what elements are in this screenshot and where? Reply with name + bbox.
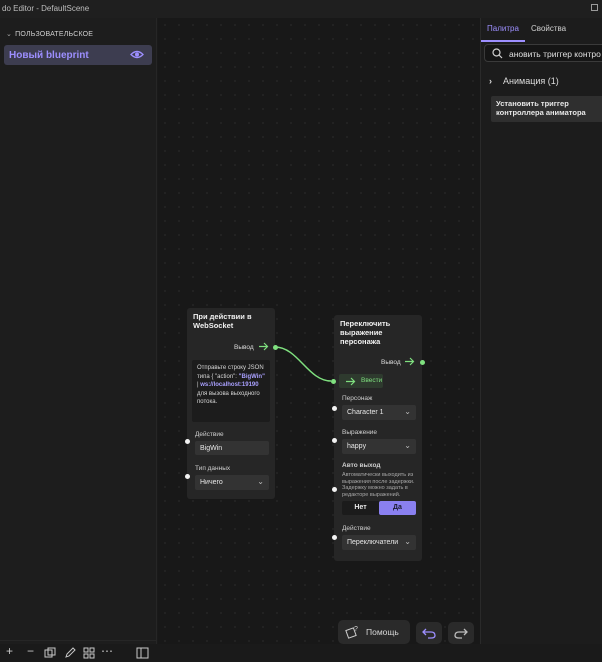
expression-value: happy	[347, 443, 367, 450]
chevron-down-icon: ⌄	[6, 31, 13, 38]
info-bold-1: "BigWin"	[238, 373, 265, 380]
output-pin[interactable]	[420, 360, 425, 365]
node-title: При действии в WebSocket	[193, 312, 252, 330]
character-input-pin[interactable]	[332, 406, 337, 411]
datatype-value: Ничего	[200, 479, 223, 486]
chevron-down-icon: ⌄	[257, 477, 264, 486]
expression-select[interactable]: happy ⌄	[342, 439, 416, 454]
exec-arrow-icon	[346, 377, 356, 386]
help-label: Помощь	[366, 627, 399, 637]
action-label: Действие	[195, 431, 224, 438]
tab-palette[interactable]: Палитра	[487, 24, 519, 33]
datatype-select[interactable]: Ничего ⌄	[195, 475, 269, 490]
action-value: Переключатели	[347, 539, 399, 546]
sidebar: ⌄ ПОЛЬЗОВАТЕЛЬСКОЕ Новый blueprint + − ⋯	[0, 18, 157, 659]
redo-button[interactable]	[448, 622, 474, 644]
panel-toggle-icon[interactable]	[136, 647, 149, 659]
action-select[interactable]: Переключатели ⌄	[342, 535, 416, 550]
palette-panel: Палитра Свойства ановить триггер контро …	[480, 18, 602, 644]
duplicate-icon[interactable]	[44, 647, 56, 659]
help-icon: ?	[345, 626, 358, 639]
datatype-input-pin[interactable]	[185, 474, 190, 479]
output-label: Вывод	[234, 344, 254, 351]
node-websocket-action[interactable]: При действии в WebSocket Вывод Отправьте…	[187, 308, 275, 499]
action-input-pin[interactable]	[185, 439, 190, 444]
exec-arrow-icon[interactable]	[404, 357, 415, 366]
input-exec-button[interactable]: Ввести	[339, 374, 383, 388]
grid-icon[interactable]	[83, 647, 95, 659]
info-text-3: для вызова выходного потока.	[197, 390, 260, 406]
character-select[interactable]: Character 1 ⌄	[342, 405, 416, 420]
active-tab-indicator	[481, 40, 525, 42]
search-value: ановить триггер контро	[509, 49, 601, 59]
character-label: Персонаж	[342, 395, 373, 402]
edit-icon[interactable]	[64, 647, 76, 659]
search-input[interactable]: ановить триггер контро	[484, 44, 602, 62]
toggle-yes[interactable]: Да	[379, 501, 416, 515]
sidebar-toolbar: + − ⋯	[0, 640, 157, 662]
toggle-no[interactable]: Нет	[342, 501, 379, 515]
expression-label: Выражение	[342, 429, 378, 436]
info-bold-2: ws://localhost:19190	[200, 382, 259, 388]
auto-exit-toggle[interactable]: Нет Да	[342, 501, 416, 515]
undo-button[interactable]	[416, 622, 442, 644]
chevron-down-icon: ⌄	[404, 441, 411, 450]
action-label: Действие	[342, 525, 371, 532]
input-label: Ввести	[361, 377, 383, 384]
exec-arrow-icon[interactable]	[258, 342, 269, 351]
blueprint-label: Новый blueprint	[9, 50, 89, 61]
node-info: Отправьте строку JSON типа { "action": "…	[192, 360, 270, 422]
blueprint-canvas[interactable]: При действии в WebSocket Вывод Отправьте…	[158, 18, 480, 644]
more-icon[interactable]: ⋯	[101, 645, 113, 657]
remove-icon[interactable]: −	[27, 645, 34, 657]
palette-item-label: Установить триггер контроллера аниматора	[496, 99, 586, 117]
output-pin[interactable]	[273, 345, 278, 350]
output-label: Вывод	[381, 359, 401, 366]
window-title: do Editor - DefaultScene	[2, 4, 90, 13]
title-bar: do Editor - DefaultScene	[0, 0, 602, 18]
category-animation[interactable]: › Анимация (1)	[489, 76, 559, 86]
add-icon[interactable]: +	[6, 645, 13, 657]
input-exec-pin[interactable]	[331, 379, 336, 384]
tab-properties[interactable]: Свойства	[531, 24, 566, 33]
maximize-icon[interactable]	[591, 4, 598, 11]
action-input-pin[interactable]	[332, 535, 337, 540]
svg-text:?: ?	[354, 626, 358, 633]
chevron-down-icon: ⌄	[404, 537, 411, 546]
chevron-down-icon: ⌄	[404, 407, 411, 416]
action-value: BigWin	[200, 445, 223, 452]
undo-icon	[422, 628, 436, 639]
character-value: Character 1	[347, 409, 384, 416]
auto-exit-description: Автоматически выходить из выражения посл…	[342, 472, 415, 498]
datatype-label: Тип данных	[195, 465, 231, 472]
chevron-right-icon: ›	[489, 76, 492, 86]
palette-item[interactable]: Установить триггер контроллера аниматора	[491, 96, 602, 122]
section-label: ПОЛЬЗОВАТЕЛЬСКОЕ	[15, 31, 94, 38]
category-label: Анимация (1)	[503, 76, 559, 86]
search-icon	[492, 48, 503, 59]
redo-icon	[454, 628, 468, 639]
help-button[interactable]: ? Помощь	[338, 620, 410, 644]
section-header[interactable]: ⌄ ПОЛЬЗОВАТЕЛЬСКОЕ	[6, 30, 93, 38]
node-title: Переключить выражение персонажа	[340, 319, 391, 346]
blueprint-item[interactable]: Новый blueprint	[4, 45, 152, 65]
expression-input-pin[interactable]	[332, 438, 337, 443]
auto-exit-label: Авто выход	[342, 462, 381, 469]
action-input[interactable]: BigWin	[195, 441, 269, 455]
eye-icon[interactable]	[130, 49, 144, 60]
auto-exit-input-pin[interactable]	[332, 487, 337, 492]
node-toggle-expression[interactable]: Переключить выражение персонажа Вывод Вв…	[334, 315, 422, 561]
